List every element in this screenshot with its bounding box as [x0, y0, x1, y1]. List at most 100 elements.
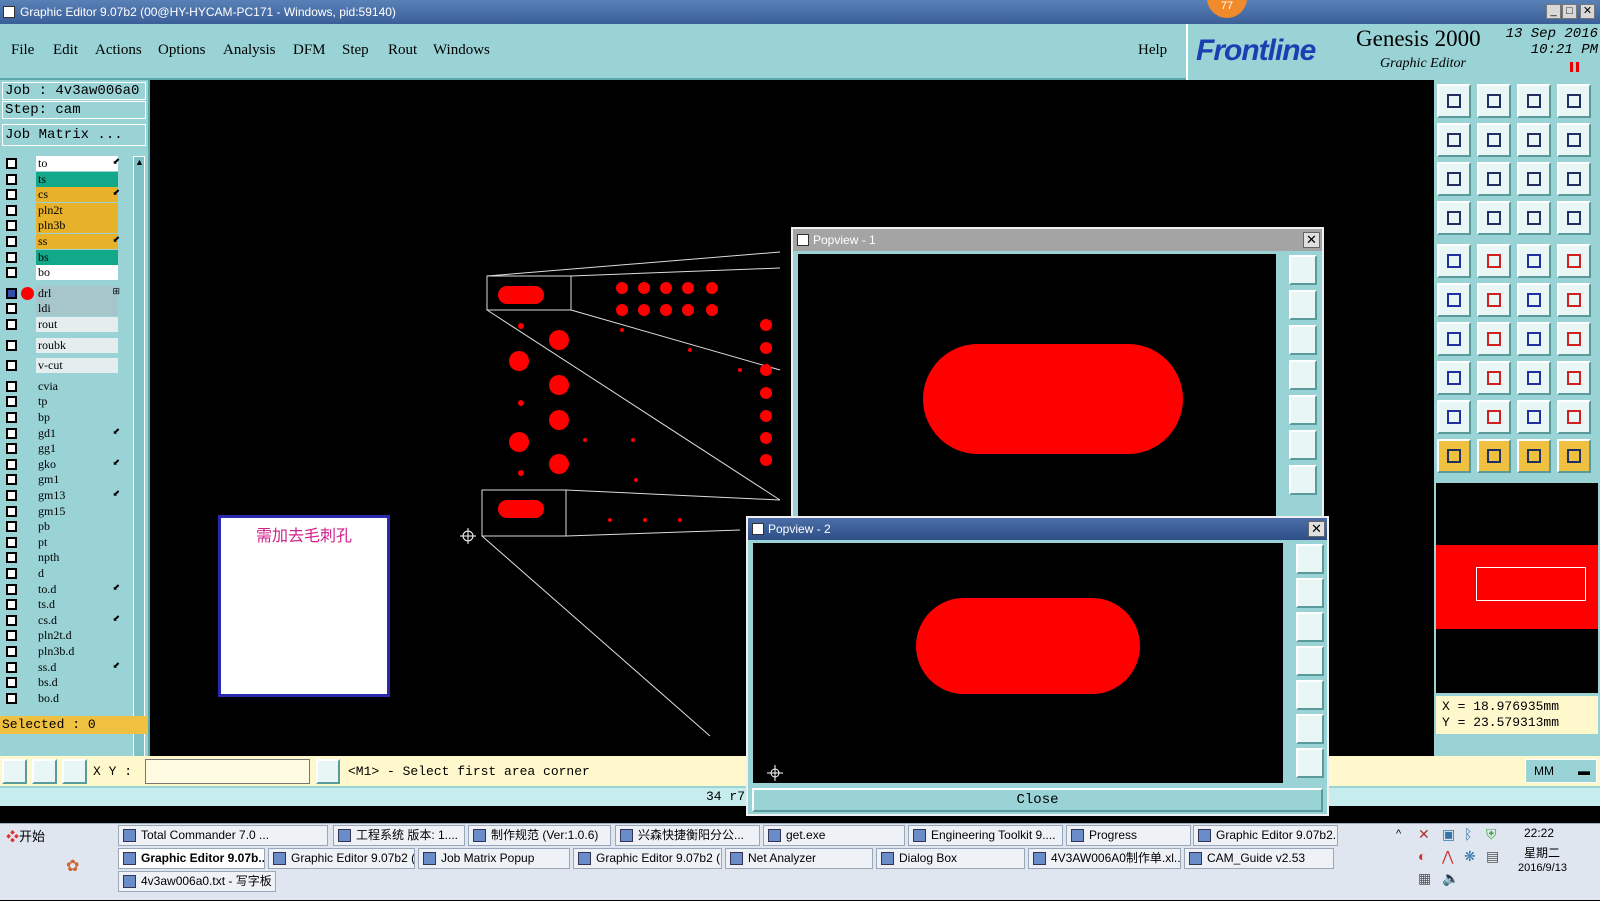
layer-checkbox[interactable]: [6, 396, 17, 408]
measure-tool-button[interactable]: [32, 759, 57, 784]
popview-1-fit-button[interactable]: [1289, 430, 1317, 460]
layer-name[interactable]: pt: [36, 534, 118, 550]
layer-checkbox[interactable]: [6, 380, 17, 392]
layer-row-gm15[interactable]: gm15: [0, 503, 122, 519]
layer-checkbox[interactable]: [6, 204, 17, 216]
layer-name[interactable]: cs: [36, 187, 118, 203]
zoom-out-button[interactable]: [1517, 123, 1551, 157]
bluetooth-icon[interactable]: ᛒ: [1464, 826, 1472, 842]
layer-checkbox[interactable]: [6, 189, 17, 201]
layer-name[interactable]: d: [36, 566, 118, 581]
menu-actions[interactable]: Actions: [95, 42, 142, 59]
menu-analysis[interactable]: Analysis: [223, 42, 276, 59]
layer-checkbox[interactable]: [6, 661, 17, 673]
layer-name[interactable]: bs: [36, 249, 118, 265]
popview-2-pan-down-button[interactable]: [1296, 612, 1324, 642]
taskbar-item[interactable]: Job Matrix Popup: [418, 848, 570, 869]
layer-name[interactable]: gg1: [36, 441, 118, 457]
fill-tool-button[interactable]: [1557, 322, 1591, 356]
layer-checkbox[interactable]: [6, 646, 17, 657]
layer-name[interactable]: gm13: [36, 488, 118, 503]
window-title-bar[interactable]: Graphic Editor 9.07b2 (00@HY-HYCAM-PC171…: [0, 0, 1600, 24]
layer-checkbox[interactable]: [6, 458, 17, 470]
ruler-button[interactable]: [1517, 244, 1551, 278]
popview-1-title-bar[interactable]: Popview - 1: [793, 229, 1322, 251]
layer-row-ss-d[interactable]: ss.d ⬋: [0, 659, 122, 675]
popview-1-canvas[interactable]: [798, 254, 1276, 524]
start-button[interactable]: ❖开始: [2, 826, 52, 847]
layer-row-rout[interactable]: rout: [0, 317, 122, 332]
node-edit-button[interactable]: [1437, 283, 1471, 317]
text-a-4-button[interactable]: [1557, 400, 1591, 434]
layer-row-v-cut[interactable]: v-cut: [0, 358, 122, 374]
layer-checkbox[interactable]: [6, 490, 17, 501]
tray-app-icon[interactable]: ▣: [1442, 826, 1455, 843]
layer-row-cs-d[interactable]: cs.d ⬋: [0, 612, 122, 628]
select-button[interactable]: [1437, 244, 1471, 278]
menu-options[interactable]: Options: [158, 42, 206, 59]
tray-expand-icon[interactable]: ^: [1396, 828, 1401, 840]
layer-compare-button[interactable]: [1517, 201, 1551, 235]
popview-2-pan-up-button[interactable]: [1296, 578, 1324, 608]
layer-row-bo-d[interactable]: bo.d: [0, 690, 122, 706]
arc-tool-button[interactable]: [1517, 322, 1551, 356]
layer-checkbox[interactable]: [6, 360, 17, 372]
snap-tool-button[interactable]: [2, 759, 27, 784]
menu-windows[interactable]: Windows: [433, 42, 490, 59]
layer-checkbox[interactable]: [6, 536, 17, 548]
layer-checkbox[interactable]: [6, 287, 17, 299]
layer-row-drl[interactable]: drl ⊞: [0, 285, 122, 301]
text-a-2-button[interactable]: [1477, 400, 1511, 434]
clock-time[interactable]: 22:22: [1524, 826, 1554, 840]
popview-2-close-button[interactable]: Close: [752, 788, 1323, 812]
text-a-button[interactable]: [1437, 400, 1471, 434]
taskbar-item[interactable]: Graphic Editor 9.07b2 (...: [268, 848, 415, 869]
layer-checkbox[interactable]: [6, 267, 17, 279]
pan-right-button[interactable]: [1477, 123, 1511, 157]
layer-row-cvia[interactable]: cvia: [0, 378, 122, 394]
maximize-button[interactable]: □: [1562, 4, 1577, 19]
overview-view-frame[interactable]: [1476, 567, 1586, 601]
layer-row-pln3b[interactable]: pln3b: [0, 218, 122, 234]
layer-row-gm13[interactable]: gm13 ⬋: [0, 488, 122, 503]
layer-row-bs-d[interactable]: bs.d: [0, 675, 122, 691]
route-button[interactable]: [1557, 439, 1591, 473]
layer-checkbox[interactable]: [6, 521, 17, 533]
taskbar-item[interactable]: Graphic Editor 9.07b...: [118, 848, 265, 869]
layer-checkbox[interactable]: [6, 568, 17, 579]
layer-checkbox[interactable]: [6, 614, 17, 626]
popview-1-pan-right-button[interactable]: [1289, 395, 1317, 425]
popview-2-canvas[interactable]: [753, 543, 1283, 783]
menu-edit[interactable]: Edit: [53, 42, 78, 59]
layer-checkbox[interactable]: [6, 474, 17, 486]
polarity-button[interactable]: [1477, 244, 1511, 278]
overview-pane[interactable]: [1436, 483, 1598, 693]
popview-2-close-x-button[interactable]: ✕: [1308, 521, 1325, 537]
taskbar-item[interactable]: 4v3aw006a0.txt - 写字板: [118, 871, 276, 892]
taskbar-item[interactable]: Engineering Toolkit 9....: [908, 825, 1063, 846]
taskbar-item[interactable]: Graphic Editor 9.07b2...: [1193, 825, 1338, 846]
layer-checkbox[interactable]: [6, 158, 17, 169]
line-add-button[interactable]: [1477, 361, 1511, 395]
menu-rout[interactable]: Rout: [388, 42, 417, 59]
layer-name[interactable]: pln3b.d: [36, 644, 118, 659]
layer-row-to[interactable]: to ⬋: [0, 156, 122, 171]
layer-name[interactable]: ss: [36, 234, 118, 249]
layer-row-cs[interactable]: cs ⬋: [0, 187, 122, 203]
zoom-previous-button[interactable]: [1557, 123, 1591, 157]
notification-badge[interactable]: 77: [1207, 0, 1247, 18]
zoom-home-button[interactable]: [1437, 84, 1471, 118]
copy-tool-button[interactable]: [1557, 361, 1591, 395]
layer-row-pb[interactable]: pb: [0, 519, 122, 535]
layer-name[interactable]: cvia: [36, 378, 118, 394]
zoom-window-button[interactable]: [1477, 84, 1511, 118]
fit-view-button[interactable]: [1437, 162, 1471, 196]
layer-checkbox[interactable]: [6, 552, 17, 564]
layer-name[interactable]: gd1: [36, 425, 118, 441]
input-enter-button[interactable]: [316, 759, 340, 784]
taskbar-item[interactable]: CAM_Guide v2.53: [1184, 848, 1334, 869]
layer-checkbox[interactable]: [6, 692, 17, 704]
popview-2-zoom-button[interactable]: [1296, 544, 1324, 574]
layer-name[interactable]: pln3b: [36, 218, 118, 234]
layer-name[interactable]: pln2t: [36, 202, 118, 218]
